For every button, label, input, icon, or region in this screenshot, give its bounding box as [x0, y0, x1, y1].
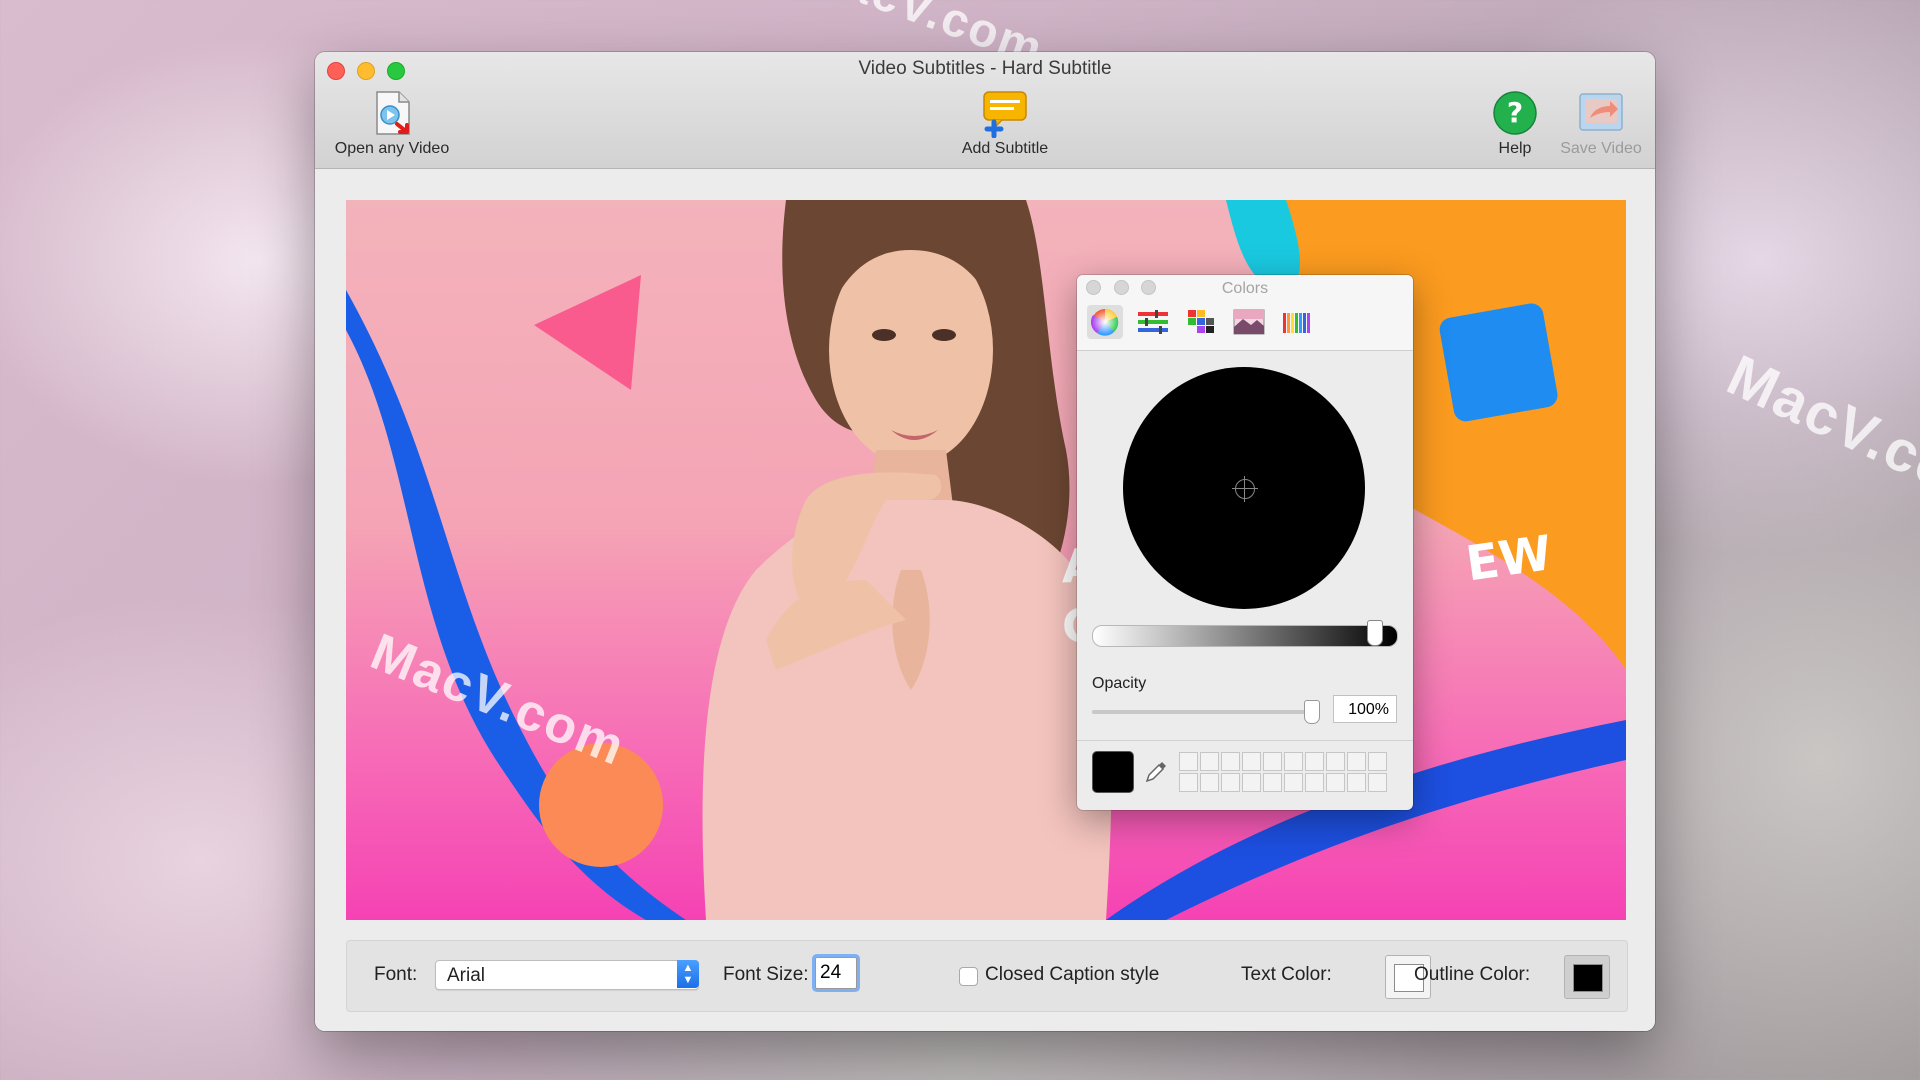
- font-size-input[interactable]: [815, 957, 857, 989]
- colors-panel: Colors Opacity 100%: [1077, 275, 1413, 810]
- video-frame-illustration: EW A C: [346, 200, 1626, 920]
- opacity-slider-knob[interactable]: [1304, 700, 1320, 724]
- image-palettes-tab[interactable]: [1231, 305, 1267, 339]
- text-color-label: Text Color:: [1241, 964, 1332, 985]
- font-size-label: Font Size:: [723, 964, 809, 985]
- crosshair-icon: [1232, 476, 1258, 502]
- saved-swatch-slot[interactable]: [1179, 752, 1198, 771]
- help-label: Help: [1498, 140, 1532, 157]
- window-title: Video Subtitles - Hard Subtitle: [858, 58, 1112, 79]
- closed-caption-label: Closed Caption style: [985, 964, 1160, 985]
- save-video-button[interactable]: Save Video: [1551, 88, 1651, 158]
- outline-color-well[interactable]: [1564, 955, 1610, 999]
- help-button[interactable]: ? Help: [1485, 88, 1545, 158]
- colors-divider: [1077, 740, 1413, 741]
- add-subtitle-icon: [980, 88, 1030, 139]
- chevron-updown-icon[interactable]: ▲ ▼: [677, 960, 699, 988]
- saved-swatch-slot[interactable]: [1263, 773, 1282, 792]
- saved-swatch-slot[interactable]: [1284, 773, 1303, 792]
- pencils-icon: [1283, 313, 1310, 333]
- current-color-swatch[interactable]: [1092, 751, 1134, 793]
- outline-color-label: Outline Color:: [1414, 964, 1531, 985]
- opacity-value-field[interactable]: 100%: [1333, 695, 1397, 723]
- open-video-label: Open any Video: [334, 140, 450, 157]
- saved-swatch-slot[interactable]: [1368, 773, 1387, 792]
- brightness-slider-knob[interactable]: [1367, 620, 1383, 646]
- color-palettes-tab[interactable]: [1183, 305, 1219, 339]
- title-bar: Video Subtitles - Hard Subtitle Open any…: [315, 52, 1655, 169]
- saved-swatch-slot[interactable]: [1263, 752, 1282, 771]
- saved-swatch-slot[interactable]: [1368, 752, 1387, 771]
- saved-swatch-slot[interactable]: [1200, 773, 1219, 792]
- saved-swatch-slot[interactable]: [1347, 752, 1366, 771]
- subtitle-style-bar: Font: Arial ▲▼ Font Size: Closed Caption…: [346, 940, 1628, 1012]
- colors-panel-title: Colors: [1221, 280, 1269, 297]
- color-wheel-icon: [1090, 309, 1119, 336]
- video-preview[interactable]: EW A C MacV.com: [346, 200, 1626, 920]
- pencils-tab[interactable]: [1279, 305, 1315, 339]
- saved-swatch-slot[interactable]: [1200, 752, 1219, 771]
- color-sliders-tab[interactable]: [1135, 305, 1171, 339]
- color-wheel[interactable]: [1123, 367, 1365, 609]
- app-window: Video Subtitles - Hard Subtitle Open any…: [315, 52, 1655, 1031]
- font-select[interactable]: Arial ▲ ▼: [435, 960, 699, 990]
- add-subtitle-label: Add Subtitle: [961, 140, 1049, 157]
- add-subtitle-button[interactable]: Add Subtitle: [940, 88, 1070, 158]
- saved-swatch-slot[interactable]: [1326, 752, 1345, 771]
- main-content: EW A C MacV.com Font: Arial ▲▼ Font Size…: [315, 169, 1655, 1031]
- saved-swatch-slot[interactable]: [1242, 752, 1261, 771]
- save-video-icon: [1576, 88, 1626, 138]
- saved-swatch-slot[interactable]: [1305, 752, 1324, 771]
- opacity-slider[interactable]: [1092, 710, 1312, 714]
- watermark-right: MacV.co: [1717, 342, 1920, 505]
- brightness-slider[interactable]: [1092, 625, 1398, 647]
- open-video-icon: [367, 88, 417, 138]
- saved-color-swatches: [1179, 752, 1387, 792]
- closed-caption-checkbox[interactable]: [959, 967, 978, 986]
- opacity-label: Opacity: [1092, 675, 1147, 692]
- image-palettes-icon: [1233, 309, 1265, 335]
- save-video-label: Save Video: [1560, 140, 1642, 157]
- saved-swatch-slot[interactable]: [1305, 773, 1324, 792]
- help-icon: ?: [1490, 88, 1540, 138]
- svg-text:?: ?: [1507, 96, 1523, 129]
- saved-swatch-slot[interactable]: [1221, 752, 1240, 771]
- saved-swatch-slot[interactable]: [1347, 773, 1366, 792]
- saved-swatch-slot[interactable]: [1326, 773, 1345, 792]
- video-overlay-text-right: EW: [1463, 525, 1556, 592]
- font-select-value: Arial: [447, 965, 486, 986]
- color-wheel-tab[interactable]: [1087, 305, 1123, 339]
- font-label: Font:: [374, 964, 418, 985]
- open-video-button[interactable]: Open any Video: [327, 88, 457, 158]
- outline-color-swatch: [1573, 964, 1603, 992]
- saved-swatch-slot[interactable]: [1179, 773, 1198, 792]
- saved-swatch-slot[interactable]: [1242, 773, 1261, 792]
- saved-swatch-slot[interactable]: [1284, 752, 1303, 771]
- palettes-icon: [1188, 310, 1214, 333]
- colors-panel-toolbar: Colors: [1077, 275, 1413, 351]
- sliders-icon: [1138, 310, 1168, 334]
- eyedropper-icon[interactable]: [1143, 759, 1169, 785]
- saved-swatch-slot[interactable]: [1221, 773, 1240, 792]
